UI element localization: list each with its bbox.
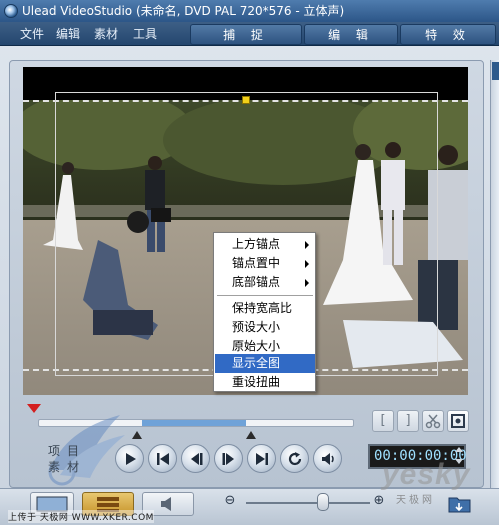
- videostudio-window: Ulead VideoStudio (未命名, DVD PAL 720*576 …: [0, 0, 499, 525]
- trim-range: [142, 420, 246, 426]
- home-button[interactable]: [148, 444, 177, 473]
- timecode-up-icon[interactable]: [455, 447, 463, 452]
- ulead-videostudio-icon[interactable]: [4, 4, 18, 18]
- site-name-watermark: 天极网: [396, 495, 435, 506]
- project-clip-toggle[interactable]: 项目 素材: [48, 443, 88, 475]
- scissors-icon: [425, 414, 441, 429]
- menu-item-center-anchor[interactable]: 锚点置中: [215, 254, 315, 273]
- trim-out-handle[interactable]: [246, 431, 256, 439]
- menu-item-default-size[interactable]: 预设大小: [215, 318, 315, 337]
- insert-media-button[interactable]: [446, 492, 476, 516]
- library-tab[interactable]: [492, 62, 499, 80]
- context-menu: 上方锚点 锚点置中 底部锚点 保持宽高比 预设大小 原始大小 显示全图 重设扭曲: [213, 232, 316, 392]
- play-icon: [126, 453, 136, 465]
- menu-bar: 文件 编辑 素材 工具 捕 捉 编 辑 特 效: [0, 22, 499, 46]
- menu-clip[interactable]: 素材: [94, 22, 118, 46]
- enlarge-preview-button[interactable]: [447, 410, 469, 432]
- mark-out-button[interactable]: ]: [397, 410, 419, 432]
- next-frame-button[interactable]: [214, 444, 243, 473]
- menu-tools[interactable]: 工具: [133, 22, 157, 46]
- window-title: Ulead VideoStudio (未命名, DVD PAL 720*576 …: [22, 4, 345, 18]
- menu-item-bottom-anchor[interactable]: 底部锚点: [215, 273, 315, 292]
- tab-edit[interactable]: 编 辑: [304, 24, 398, 45]
- zoom-slider-thumb[interactable]: [317, 493, 329, 511]
- menu-item-label: 锚点置中: [232, 256, 281, 270]
- previous-frame-icon: [191, 453, 203, 465]
- mark-in-icon: [: [380, 413, 386, 428]
- menu-item-keep-aspect-ratio[interactable]: 保持宽高比: [215, 299, 315, 318]
- title-bar: Ulead VideoStudio (未命名, DVD PAL 720*576 …: [0, 0, 499, 22]
- menu-edit[interactable]: 编辑: [56, 22, 80, 46]
- submenu-arrow-icon: [305, 279, 309, 287]
- menu-item-label: 底部锚点: [232, 275, 281, 289]
- previous-frame-button[interactable]: [181, 444, 210, 473]
- upload-watermark: 上传于 天极网 WWW.XKER.COM: [8, 510, 154, 523]
- trim-in-handle[interactable]: [132, 431, 142, 439]
- zoom-slider[interactable]: [246, 502, 370, 504]
- menu-file[interactable]: 文件: [20, 22, 44, 46]
- repeat-button[interactable]: [280, 444, 309, 473]
- yesky-logo-watermark: yesky: [382, 458, 471, 491]
- library-panel-edge: [490, 60, 499, 500]
- home-icon: [157, 453, 169, 465]
- play-button[interactable]: [115, 444, 144, 473]
- menu-item-top-anchor[interactable]: 上方锚点: [215, 235, 315, 254]
- volume-icon: [322, 453, 334, 465]
- playhead-marker[interactable]: [27, 404, 41, 413]
- menu-item-label: 上方锚点: [232, 237, 281, 251]
- tab-capture[interactable]: 捕 捉: [190, 24, 302, 45]
- tab-effect[interactable]: 特 效: [400, 24, 496, 45]
- end-icon: [256, 453, 268, 465]
- mark-in-button[interactable]: [: [372, 410, 394, 432]
- menu-item-show-full-image[interactable]: 显示全图: [215, 354, 315, 373]
- enlarge-preview-icon: [451, 414, 465, 428]
- anchor-handle[interactable]: [242, 96, 250, 104]
- volume-button[interactable]: [313, 444, 342, 473]
- zoom-in-icon[interactable]: ⊕: [372, 494, 386, 508]
- mark-out-icon: ]: [405, 413, 411, 428]
- zoom-out-icon[interactable]: ⊖: [223, 494, 237, 508]
- split-clip-button[interactable]: [422, 410, 444, 432]
- menu-item-reset-distortion[interactable]: 重设扭曲: [215, 373, 315, 392]
- submenu-arrow-icon: [305, 260, 309, 268]
- end-button[interactable]: [247, 444, 276, 473]
- insert-media-icon: [448, 497, 471, 513]
- next-frame-icon: [222, 453, 234, 465]
- submenu-arrow-icon: [305, 241, 309, 249]
- menu-separator: [217, 295, 313, 296]
- repeat-icon: [288, 452, 302, 466]
